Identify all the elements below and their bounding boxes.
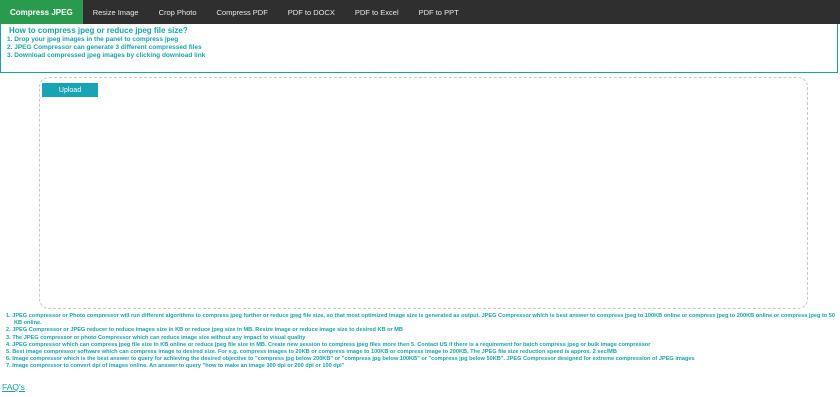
howto-title: How to compress jpeg or reduce jpeg file… xyxy=(9,26,188,35)
faqs-link[interactable]: FAQ's xyxy=(2,382,25,392)
howto-step: 3. Download compressed jpeg images by cl… xyxy=(7,52,206,59)
top-navbar: Compress JPEG Resize Image Crop Photo Co… xyxy=(0,0,840,24)
tab-pdf-to-docx[interactable]: PDF to DOCX xyxy=(278,0,345,24)
feature-item: 6. Image compressor which is the best an… xyxy=(6,356,695,363)
feature-item: 5. Best image compressor software which … xyxy=(6,349,617,356)
tab-pdf-to-ppt[interactable]: PDF to PPT xyxy=(409,0,469,24)
tab-resize-image[interactable]: Resize Image xyxy=(83,0,149,24)
feature-item: 3. The JPEG compressor or photo Compress… xyxy=(6,334,306,341)
feature-item: 4. JPEG compressor which can compress jp… xyxy=(6,341,651,348)
file-drop-zone[interactable] xyxy=(39,77,808,309)
howto-step: 1. Drop your jpeg images in the panel to… xyxy=(7,36,179,43)
tab-pdf-to-excel[interactable]: PDF to Excel xyxy=(345,0,409,24)
howto-step: 2. JPEG Compressor can generate 3 differ… xyxy=(7,44,202,51)
howto-panel: How to compress jpeg or reduce jpeg file… xyxy=(0,24,838,73)
howto-steps: 1. Drop your jpeg images in the panel to… xyxy=(7,36,205,60)
feature-list: 1. JPEG compressor or Photo compressor w… xyxy=(6,313,836,371)
feature-item: 7. Image compressor to convert dpi of im… xyxy=(6,363,345,370)
upload-button[interactable]: Upload xyxy=(42,83,98,97)
feature-item: 1. JPEG compressor or Photo compressor w… xyxy=(6,313,836,327)
feature-item: 2. JPEG Compressor or JPEG reducer to re… xyxy=(6,327,403,334)
tab-compress-jpeg[interactable]: Compress JPEG xyxy=(0,0,83,24)
tab-compress-pdf[interactable]: Compress PDF xyxy=(207,0,278,24)
tab-crop-photo[interactable]: Crop Photo xyxy=(149,0,207,24)
